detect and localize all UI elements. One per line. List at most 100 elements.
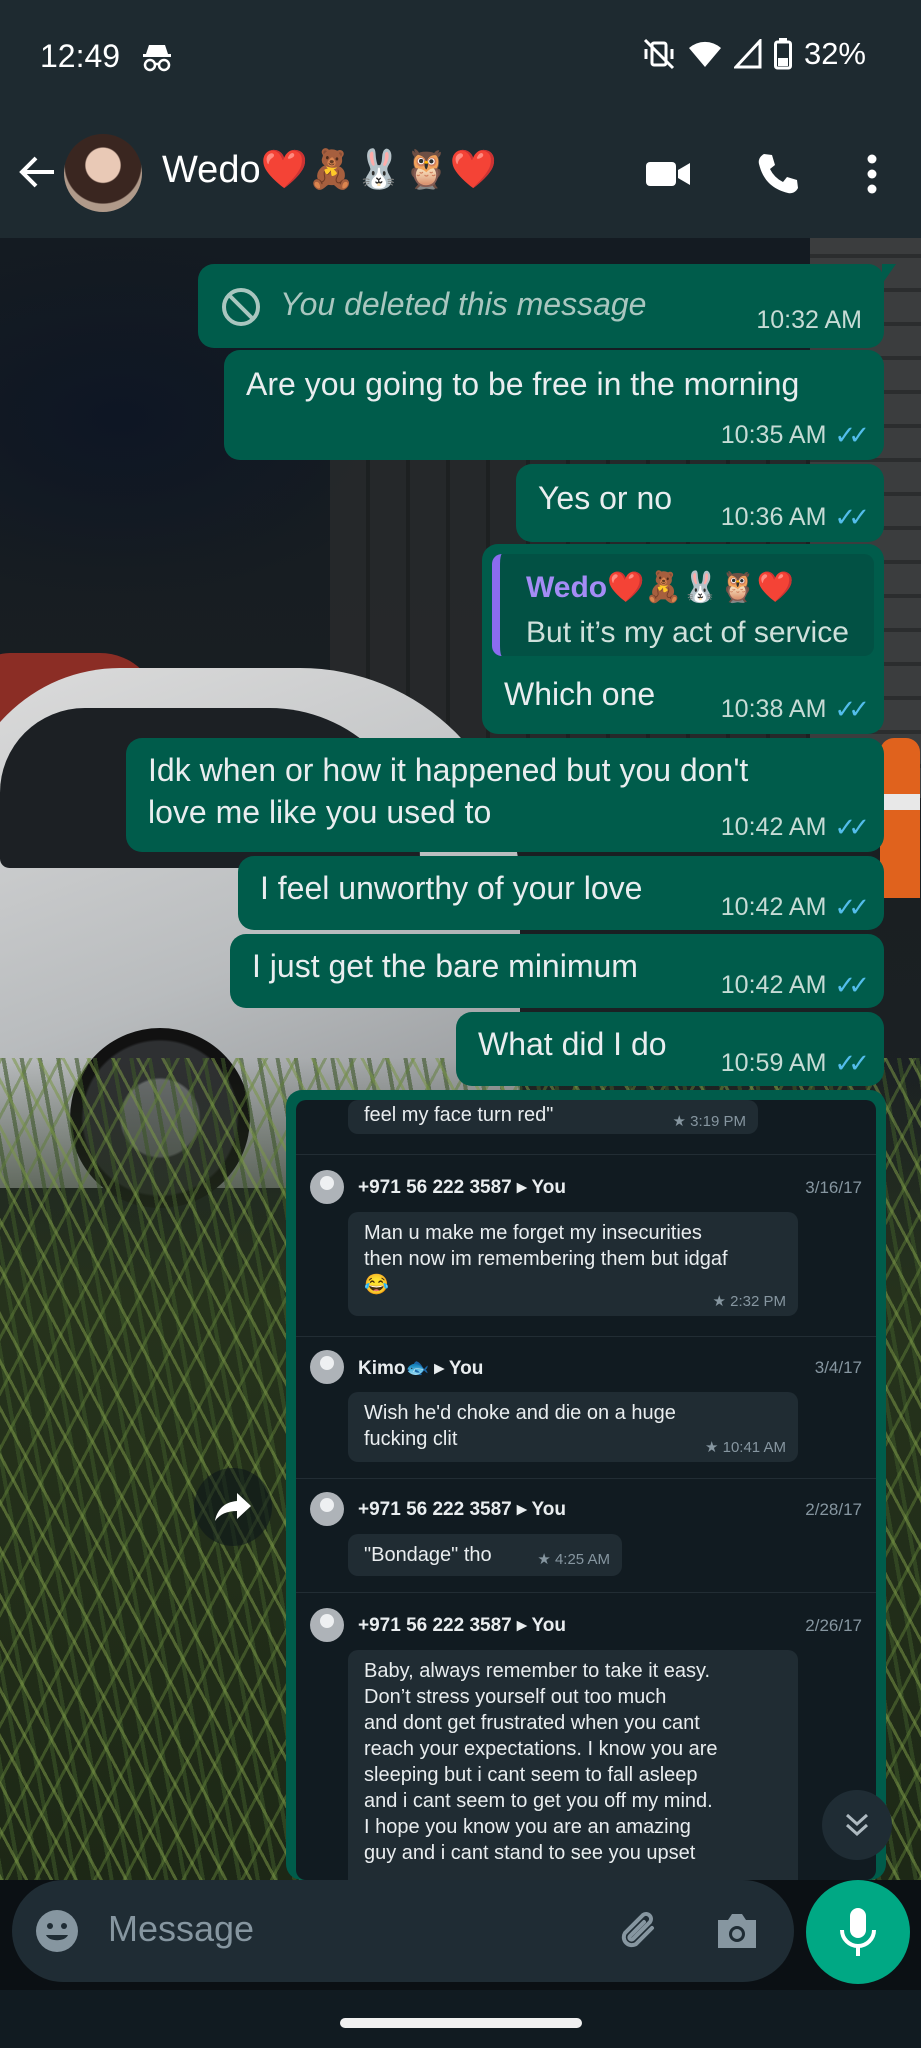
shot-avatar bbox=[310, 1492, 344, 1526]
message-bubble[interactable]: Are you going to be free in the morning … bbox=[224, 350, 884, 460]
message-time: 10:38 AM bbox=[720, 695, 827, 723]
message-text: Are you going to be free in the morning bbox=[246, 366, 800, 402]
read-ticks-icon: ✓✓ bbox=[834, 892, 869, 922]
message-composer: Message bbox=[12, 1880, 794, 1982]
message-meta: 10:59 AM ✓✓ bbox=[720, 1048, 870, 1079]
shot-date: 2/28/17 bbox=[805, 1500, 862, 1519]
back-arrow-icon[interactable] bbox=[16, 150, 60, 194]
shot-message-bubble: Man u make me forget my insecurities the… bbox=[348, 1212, 798, 1316]
status-time: 12:49 bbox=[40, 38, 121, 74]
read-ticks-icon: ✓✓ bbox=[834, 420, 869, 450]
shot-avatar bbox=[310, 1170, 344, 1204]
emoji-icon[interactable] bbox=[34, 1908, 80, 1954]
shot-message-text: Wish he'd choke and die on a huge fuckin… bbox=[364, 1402, 676, 1450]
shot-message-bubble: "Bondage" tho ★ 4:25 AM bbox=[348, 1534, 622, 1576]
message-bubble[interactable]: What did I do 10:59 AM ✓✓ bbox=[456, 1012, 884, 1086]
shot-message-text: Baby, always remember to take it easy. D… bbox=[364, 1660, 718, 1864]
message-time: 10:35 AM bbox=[720, 421, 827, 449]
message-text: Which one bbox=[504, 676, 656, 712]
contact-avatar[interactable] bbox=[64, 134, 142, 212]
signal-icon bbox=[733, 39, 762, 69]
shot-message-bubble: feel my face turn red" ★ 3:19 PM bbox=[348, 1100, 758, 1134]
bubble-tail bbox=[882, 264, 896, 284]
shot-message-time: ★ 4:25 AM bbox=[537, 1551, 610, 1568]
message-meta: 10:42 AM ✓✓ bbox=[720, 812, 870, 843]
read-ticks-icon: ✓✓ bbox=[834, 812, 869, 842]
message-text-line: Idk when or how it happened but you don'… bbox=[148, 752, 749, 788]
shot-message-text: feel my face turn red" bbox=[364, 1104, 554, 1126]
shot-message-time: ★ 3:19 PM bbox=[672, 1113, 746, 1130]
shot-date: 3/4/17 bbox=[814, 1358, 862, 1377]
phone-icon[interactable] bbox=[754, 150, 802, 198]
deleted-icon bbox=[222, 288, 260, 326]
battery-percent: 32% bbox=[803, 36, 866, 71]
shot-sender: Kimo🐟 ▸ You bbox=[358, 1358, 484, 1379]
shot-avatar bbox=[310, 1608, 344, 1642]
shot-sender: +971 56 222 3587 ▸ You bbox=[358, 1615, 566, 1636]
message-text: What did I do bbox=[478, 1026, 667, 1062]
message-time: 10:42 AM bbox=[720, 813, 827, 841]
wifi-icon bbox=[688, 41, 721, 67]
shot-divider bbox=[296, 1592, 876, 1593]
shot-sender: +971 56 222 3587 ▸ You bbox=[358, 1499, 566, 1520]
message-input[interactable]: Message bbox=[108, 1908, 254, 1950]
read-ticks-icon: ✓✓ bbox=[834, 694, 869, 724]
shot-divider bbox=[296, 1336, 876, 1337]
message-meta: 10:38 AM ✓✓ bbox=[720, 694, 870, 725]
quoted-sender: Wedo❤️🧸🐰🦉❤️ bbox=[526, 571, 794, 604]
shot-message-text: "Bondage" tho bbox=[364, 1544, 492, 1566]
shot-message-time: ★ 10:41 AM bbox=[705, 1439, 786, 1456]
more-vert-icon[interactable] bbox=[848, 150, 896, 198]
message-time: 10:59 AM bbox=[720, 1049, 827, 1077]
video-call-icon[interactable] bbox=[644, 150, 692, 198]
message-bubble[interactable]: Yes or no 10:36 AM ✓✓ bbox=[516, 464, 884, 542]
message-bubble-reply[interactable]: Wedo❤️🧸🐰🦉❤️ But it’s my act of service W… bbox=[482, 544, 884, 734]
message-time: 10:36 AM bbox=[720, 503, 827, 531]
message-text: I just get the bare minimum bbox=[252, 948, 638, 984]
read-ticks-icon: ✓✓ bbox=[834, 502, 869, 532]
attach-icon[interactable] bbox=[616, 1906, 666, 1956]
home-gesture-pill[interactable] bbox=[340, 2018, 582, 2028]
message-meta: 10:32 AM bbox=[756, 306, 862, 335]
message-bubble[interactable]: I feel unworthy of your love 10:42 AM ✓✓ bbox=[238, 856, 884, 930]
shot-message-time: ★ 2:32 PM bbox=[712, 1293, 786, 1310]
shot-divider bbox=[296, 1154, 876, 1155]
shot-avatar bbox=[310, 1350, 344, 1384]
status-bar: 12:49 32% bbox=[0, 0, 921, 110]
shot-divider bbox=[296, 1478, 876, 1479]
read-ticks-icon: ✓✓ bbox=[834, 970, 869, 1000]
quoted-text: But it’s my act of service bbox=[526, 616, 849, 649]
image-message[interactable]: feel my face turn red" ★ 3:19 PM +971 56… bbox=[286, 1090, 886, 1880]
battery-icon bbox=[773, 38, 792, 70]
vibrate-off-icon bbox=[643, 38, 675, 70]
shot-date: 3/16/17 bbox=[805, 1178, 862, 1197]
message-bubble[interactable]: I just get the bare minimum 10:42 AM ✓✓ bbox=[230, 934, 884, 1008]
system-nav-bar bbox=[0, 1990, 921, 2048]
shot-message-bubble: Baby, always remember to take it easy. D… bbox=[348, 1650, 798, 1880]
contact-name[interactable]: Wedo❤️🧸🐰🦉❤️ bbox=[162, 148, 497, 192]
message-time: 10:42 AM bbox=[720, 893, 827, 921]
read-ticks-icon: ✓✓ bbox=[834, 1048, 869, 1078]
shot-date: 2/26/17 bbox=[805, 1616, 862, 1635]
message-meta: 10:36 AM ✓✓ bbox=[720, 502, 870, 533]
chat-header: Wedo❤️🧸🐰🦉❤️ bbox=[0, 110, 921, 238]
quoted-message[interactable]: Wedo❤️🧸🐰🦉❤️ But it’s my act of service bbox=[492, 554, 874, 656]
message-time: 10:42 AM bbox=[720, 971, 827, 999]
forward-icon bbox=[215, 1493, 251, 1521]
shot-message-text: Man u make me forget my insecurities the… bbox=[364, 1222, 728, 1296]
message-meta: 10:42 AM ✓✓ bbox=[720, 892, 870, 923]
message-meta: 10:35 AM ✓✓ bbox=[720, 420, 870, 451]
forward-button[interactable] bbox=[194, 1468, 272, 1546]
message-text: Yes or no bbox=[538, 480, 673, 516]
message-text: I feel unworthy of your love bbox=[260, 870, 643, 906]
camera-icon[interactable] bbox=[712, 1906, 762, 1956]
shot-message-bubble: Wish he'd choke and die on a huge fuckin… bbox=[348, 1392, 798, 1462]
voice-record-button[interactable] bbox=[806, 1880, 910, 1984]
message-bubble[interactable]: Idk when or how it happened but you don'… bbox=[126, 738, 884, 852]
message-bubble-deleted[interactable]: You deleted this message 10:32 AM bbox=[198, 264, 896, 348]
message-meta: 10:42 AM ✓✓ bbox=[720, 970, 870, 1001]
message-time: 10:32 AM bbox=[756, 306, 862, 334]
incognito-icon bbox=[143, 45, 171, 72]
screenshot-image[interactable]: feel my face turn red" ★ 3:19 PM +971 56… bbox=[296, 1100, 876, 1880]
scroll-to-bottom-button[interactable] bbox=[822, 1790, 892, 1860]
